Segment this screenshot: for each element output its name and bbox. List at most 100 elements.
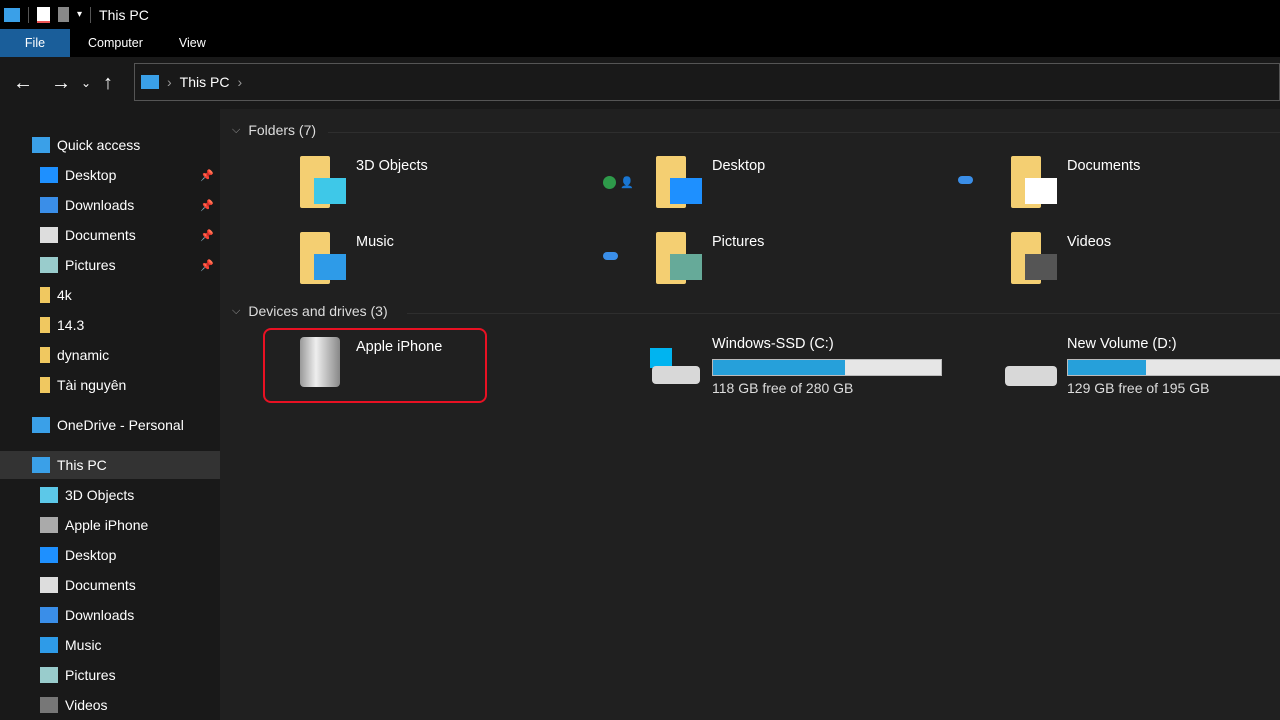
folder-icon (40, 347, 50, 363)
sidebar-item-label: Apple iPhone (65, 517, 149, 533)
sidebar-item[interactable]: This PC (0, 451, 220, 479)
sidebar-item[interactable]: Desktop 📌 (0, 161, 220, 189)
folder-icon (40, 377, 50, 393)
sidebar-item[interactable]: Pictures 📌 (0, 251, 220, 279)
divider (407, 313, 1280, 314)
phone-device-icon (40, 517, 58, 533)
drive-usage-fill (713, 360, 846, 375)
pin-icon[interactable]: 📌 (200, 169, 214, 182)
pin-icon[interactable]: 📌 (200, 259, 214, 272)
sidebar-item-label: dynamic (57, 347, 110, 363)
new-folder-icon[interactable] (58, 7, 69, 22)
sidebar-item-label: Documents (65, 577, 136, 593)
sidebar-item[interactable]: Quick access (0, 131, 220, 159)
sidebar-item[interactable]: Apple iPhone (0, 511, 220, 539)
sync-status (958, 176, 973, 184)
divider (328, 132, 1280, 133)
folder-document-icon (1011, 156, 1059, 212)
sidebar-item[interactable]: 14.3 (0, 311, 220, 339)
content-pane: ⌵ Folders (7) 3D Objects Desktop Documents… (222, 109, 1280, 720)
chevron-right-icon[interactable]: › (167, 74, 172, 90)
customize-qat-icon[interactable]: ▾ (77, 9, 82, 20)
drive-free-space: 118 GB free of 280 GB (712, 380, 854, 396)
sidebar-item-label: This PC (57, 457, 107, 473)
back-button[interactable]: ← (8, 72, 38, 95)
folder-name: Desktop (712, 158, 766, 174)
tab-file[interactable]: File (0, 29, 70, 57)
address-bar[interactable]: › This PC › (134, 63, 1280, 101)
chevron-right-icon[interactable]: › (237, 74, 242, 90)
forward-button[interactable]: → (46, 72, 76, 95)
title-bar: ▾ This PC (0, 0, 1280, 29)
video-icon (40, 697, 58, 713)
folder-picture-icon (656, 232, 704, 288)
drive-usage-fill (1068, 360, 1146, 375)
cube-icon (40, 487, 58, 503)
folder-icon (40, 287, 50, 303)
sidebar-item[interactable]: 4k (0, 281, 220, 309)
cloud-icon (603, 252, 618, 260)
folder-video-icon (1011, 232, 1059, 288)
sync-status: 👤 (603, 176, 634, 189)
drive-c[interactable]: Windows-SSD (C:) 118 GB free of 280 GB (650, 334, 986, 404)
download-icon (40, 197, 58, 213)
chevron-down-icon[interactable]: ⌵ (232, 124, 240, 137)
recent-locations-button[interactable]: ⌄ (76, 76, 96, 90)
sidebar-item[interactable]: Downloads (0, 601, 220, 629)
drive-d[interactable]: New Volume (D:) 129 GB free of 195 GB (1005, 334, 1280, 404)
folder-name: Music (356, 234, 394, 250)
pin-icon[interactable]: 📌 (200, 229, 214, 242)
folder-name: Videos (1067, 234, 1112, 250)
shared-person-icon: 👤 (620, 177, 634, 189)
folder-tile[interactable]: 3D Objects (300, 156, 630, 226)
folder-tile[interactable]: Documents (1011, 156, 1280, 226)
drive-name: New Volume (D:) (1067, 336, 1177, 352)
sidebar-item-label: Downloads (65, 607, 135, 623)
pin-icon[interactable]: 📌 (200, 199, 214, 212)
drive-usage-bar (1067, 359, 1280, 376)
sidebar-item-label: Music (65, 637, 102, 653)
properties-icon[interactable] (37, 6, 50, 23)
sidebar-item-label: 4k (57, 287, 72, 303)
sidebar-item[interactable]: Pictures (0, 661, 220, 689)
sync-status (603, 252, 618, 260)
sidebar-item[interactable]: OneDrive - Personal (0, 411, 220, 439)
sidebar-item-label: Desktop (65, 547, 117, 563)
drive-free-space: 129 GB free of 195 GB (1067, 380, 1210, 396)
music-icon (40, 637, 58, 653)
folder-tile[interactable]: Pictures (656, 232, 986, 302)
windows-drive-icon (650, 348, 702, 388)
sidebar-item[interactable]: Documents 📌 (0, 221, 220, 249)
folder-tile[interactable]: Music (300, 232, 630, 302)
group-label: Devices and drives (3) (248, 303, 388, 319)
group-label: Folders (7) (248, 122, 317, 138)
sidebar-item[interactable]: Documents (0, 571, 220, 599)
sidebar-item[interactable]: Desktop (0, 541, 220, 569)
chevron-down-icon[interactable]: ⌵ (232, 305, 240, 318)
sidebar-item-label: Pictures (65, 257, 116, 273)
tab-computer[interactable]: Computer (70, 29, 161, 57)
up-button[interactable]: ↑ (96, 72, 120, 95)
pictures-icon (40, 257, 58, 273)
pictures-icon (40, 667, 58, 683)
folder-music-icon (300, 232, 348, 288)
breadcrumb-this-pc[interactable]: This PC (180, 74, 230, 90)
sidebar-item[interactable]: Videos (0, 691, 220, 719)
folder-tile[interactable]: Desktop (656, 156, 986, 226)
sidebar-item[interactable]: dynamic (0, 341, 220, 369)
computer-icon (4, 7, 20, 22)
sidebar-item[interactable]: Tài nguyên (0, 371, 220, 399)
cloud-icon (958, 176, 973, 184)
folders-group-header[interactable]: ⌵ Folders (7) (232, 122, 316, 138)
sidebar-item-label: Tài nguyên (57, 377, 127, 393)
drive-usage-bar (712, 359, 942, 376)
folder-tile[interactable]: Videos (1011, 232, 1280, 302)
sidebar-item[interactable]: 3D Objects (0, 481, 220, 509)
desktop-icon (40, 167, 58, 183)
drive-name: Windows-SSD (C:) (712, 336, 834, 352)
sidebar-item[interactable]: Downloads 📌 (0, 191, 220, 219)
sidebar-item[interactable]: Music (0, 631, 220, 659)
devices-group-header[interactable]: ⌵ Devices and drives (3) (232, 303, 388, 319)
computer-icon (32, 457, 50, 473)
tab-view[interactable]: View (161, 29, 224, 57)
